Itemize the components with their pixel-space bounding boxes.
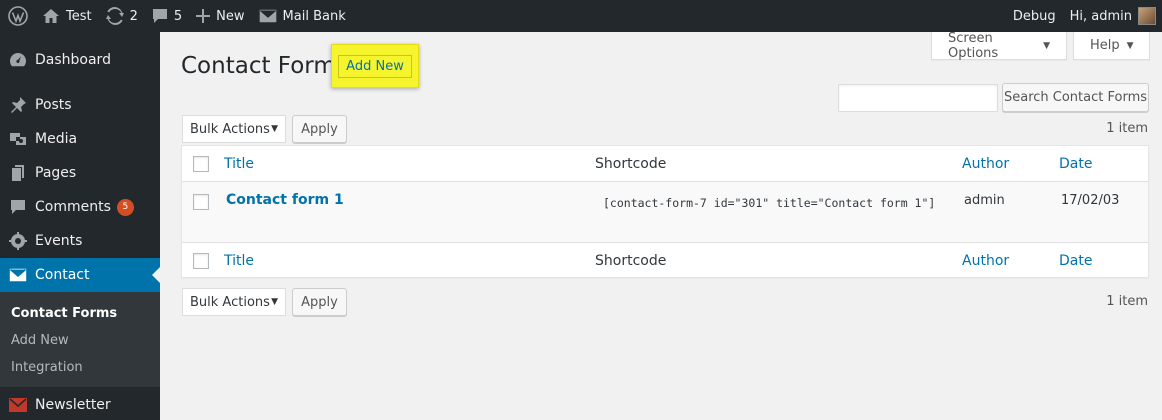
pages-icon bbox=[0, 164, 35, 182]
sidebar-item-media[interactable]: Media bbox=[0, 122, 160, 156]
page-title: Contact Forms bbox=[181, 53, 348, 79]
site-name-link[interactable]: Test bbox=[35, 0, 99, 32]
sidebar-item-events[interactable]: Events bbox=[0, 224, 160, 258]
sidebar-item-label: Contact bbox=[35, 267, 90, 283]
column-author[interactable]: Author bbox=[962, 156, 1009, 172]
new-label: New bbox=[216, 8, 245, 24]
events-icon bbox=[0, 232, 35, 250]
shortcode-value: [contact-form-7 id="301" title="Contact … bbox=[603, 196, 936, 210]
sidebar-item-label: Media bbox=[35, 131, 78, 147]
column-shortcode: Shortcode bbox=[595, 156, 667, 172]
row-checkbox[interactable] bbox=[193, 194, 209, 210]
bulk-actions-label: Bulk Actions bbox=[190, 294, 270, 310]
sidebar-item-pages[interactable]: Pages bbox=[0, 156, 160, 190]
sidebar-item-contact[interactable]: Contact bbox=[0, 258, 160, 292]
sidebar-item-label: Comments bbox=[35, 199, 111, 215]
screen-options-label: Screen Options bbox=[948, 30, 999, 61]
item-count-top: 1 item bbox=[1106, 121, 1148, 136]
add-new-button[interactable]: Add New bbox=[331, 44, 419, 88]
help-label: Help bbox=[1090, 38, 1120, 53]
submenu-integration[interactable]: Integration bbox=[11, 360, 83, 375]
sidebar-item-newsletter[interactable]: Newsletter bbox=[0, 388, 160, 420]
debug-label: Debug bbox=[1012, 8, 1056, 24]
column-title[interactable]: Title bbox=[224, 156, 254, 172]
sidebar-item-label: Newsletter bbox=[35, 397, 111, 413]
mail-bank-link[interactable]: Mail Bank bbox=[252, 0, 353, 32]
new-content-link[interactable]: New bbox=[189, 0, 251, 32]
caret-down-icon: ▼ bbox=[1126, 40, 1134, 51]
column-shortcode-footer: Shortcode bbox=[595, 253, 667, 269]
contact-submenu: Contact Forms Add New Integration bbox=[0, 292, 160, 387]
updates-icon bbox=[105, 7, 124, 25]
comment-icon bbox=[0, 198, 35, 216]
wordpress-logo-icon[interactable] bbox=[0, 0, 35, 32]
admin-sidebar: Dashboard Posts Media Pages Comments 5 E… bbox=[0, 32, 160, 420]
apply-button-top[interactable]: Apply bbox=[292, 115, 347, 143]
search-contact-forms-button[interactable]: Search Contact Forms bbox=[1002, 83, 1149, 112]
select-all-checkbox[interactable] bbox=[193, 156, 209, 172]
newsletter-icon bbox=[0, 398, 35, 412]
greeting: Hi, admin bbox=[1069, 8, 1132, 24]
mail-bank-label: Mail Bank bbox=[282, 8, 346, 24]
apply-label: Apply bbox=[301, 121, 338, 137]
plus-icon bbox=[196, 9, 211, 23]
date-value: 17/02/03 bbox=[1061, 193, 1120, 208]
author-value: admin bbox=[964, 193, 1005, 208]
media-icon bbox=[0, 130, 35, 148]
submenu-add-new[interactable]: Add New bbox=[11, 333, 69, 348]
column-date-footer[interactable]: Date bbox=[1059, 253, 1092, 269]
column-date[interactable]: Date bbox=[1059, 156, 1092, 172]
column-title-footer[interactable]: Title bbox=[224, 253, 254, 269]
form-title-link[interactable]: Contact form 1 bbox=[226, 192, 344, 208]
screen-options-button[interactable]: Screen Options ▼ bbox=[931, 30, 1067, 61]
comments-badge: 5 bbox=[116, 198, 134, 216]
submenu-contact-forms[interactable]: Contact Forms bbox=[11, 306, 117, 321]
avatar bbox=[1138, 7, 1156, 25]
updates-link[interactable]: 2 bbox=[99, 0, 145, 32]
contact-forms-table: Title Shortcode Author Date Contact form… bbox=[181, 145, 1149, 278]
dropdown-arrow-icon: ▼ bbox=[271, 124, 278, 134]
bulk-actions-label: Bulk Actions bbox=[190, 121, 270, 137]
sidebar-item-label: Events bbox=[35, 233, 83, 249]
table-row: Contact form 1 [contact-form-7 id="301" … bbox=[182, 182, 1148, 242]
sidebar-item-label: Pages bbox=[35, 165, 77, 181]
comments-link[interactable]: 5 bbox=[145, 0, 189, 32]
home-icon bbox=[43, 9, 59, 23]
sidebar-item-posts[interactable]: Posts bbox=[0, 88, 160, 122]
dashboard-icon bbox=[0, 51, 35, 69]
admin-bar: Test 2 5 New Mail Bank Debug Hi, admin bbox=[0, 0, 1162, 32]
sidebar-item-comments[interactable]: Comments 5 bbox=[0, 190, 160, 224]
site-name: Test bbox=[66, 8, 92, 24]
select-all-checkbox-bottom[interactable] bbox=[193, 253, 209, 269]
comments-count: 5 bbox=[173, 8, 183, 24]
table-footer: Title Shortcode Author Date bbox=[182, 242, 1148, 278]
dropdown-arrow-icon: ▼ bbox=[271, 297, 278, 307]
help-button[interactable]: Help ▼ bbox=[1073, 32, 1150, 60]
caret-down-icon: ▼ bbox=[1043, 40, 1050, 51]
my-account-link[interactable]: Hi, admin bbox=[1063, 0, 1162, 32]
mail-icon bbox=[0, 268, 35, 282]
sidebar-item-label: Dashboard bbox=[35, 52, 111, 68]
item-count-bottom: 1 item bbox=[1106, 294, 1148, 309]
table-header: Title Shortcode Author Date bbox=[182, 146, 1148, 182]
comment-icon bbox=[152, 9, 167, 23]
bulk-actions-select-top[interactable]: Bulk Actions ▼ bbox=[182, 115, 286, 143]
bulk-actions-select-bottom[interactable]: Bulk Actions ▼ bbox=[182, 288, 286, 316]
apply-label: Apply bbox=[301, 294, 338, 310]
envelope-icon bbox=[258, 9, 277, 23]
sidebar-item-dashboard[interactable]: Dashboard bbox=[0, 43, 160, 77]
search-input[interactable] bbox=[838, 84, 998, 112]
updates-count: 2 bbox=[129, 8, 138, 24]
debug-link[interactable]: Debug bbox=[1006, 0, 1063, 32]
pin-icon bbox=[0, 96, 35, 114]
add-new-label: Add New bbox=[338, 54, 412, 78]
sidebar-item-label: Posts bbox=[35, 97, 72, 113]
apply-button-bottom[interactable]: Apply bbox=[292, 288, 347, 316]
column-author-footer[interactable]: Author bbox=[962, 253, 1009, 269]
search-button-label: Search Contact Forms bbox=[1003, 90, 1148, 105]
